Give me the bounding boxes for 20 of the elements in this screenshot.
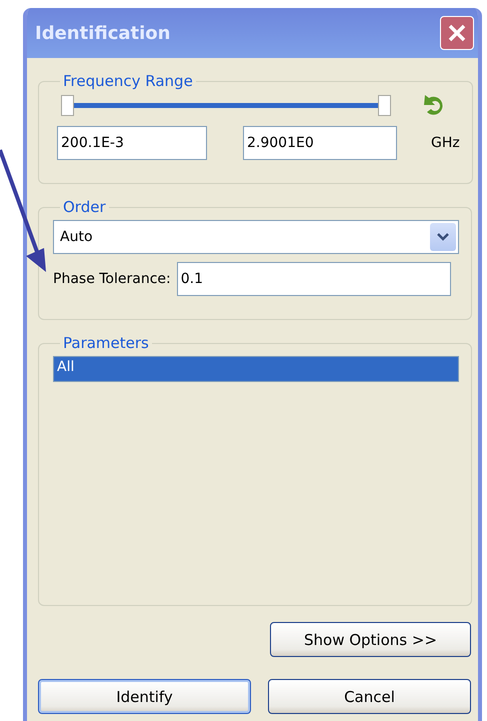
stop-frequency-field[interactable]: 2.9001E0: [243, 126, 397, 160]
phase-tolerance-field[interactable]: 0.1: [176, 262, 451, 296]
close-icon: [448, 24, 466, 42]
slider-thumb[interactable]: [378, 95, 391, 116]
range-slider[interactable]: [61, 95, 391, 117]
unit-label: GHz: [431, 135, 460, 151]
start-frequency-field[interactable]: 200.1E-3: [57, 126, 207, 160]
order-dropdown[interactable]: Auto: [53, 220, 459, 254]
window-title: Identification: [35, 22, 170, 44]
cancel-button[interactable]: Cancel: [268, 679, 471, 714]
phase-tolerance-label: Phase Tolerance:: [53, 271, 171, 287]
list-item[interactable]: All: [54, 357, 458, 381]
group-title: Order: [62, 198, 107, 216]
close-button[interactable]: [440, 16, 474, 50]
caret-icon: [430, 223, 456, 251]
group-title: Frequency Range: [62, 72, 194, 90]
show-options-button[interactable]: Show Options >>: [270, 622, 471, 657]
group-title: Parameters: [62, 334, 150, 352]
slider-thumb[interactable]: [61, 95, 74, 116]
identify-button[interactable]: Identify: [38, 679, 251, 714]
